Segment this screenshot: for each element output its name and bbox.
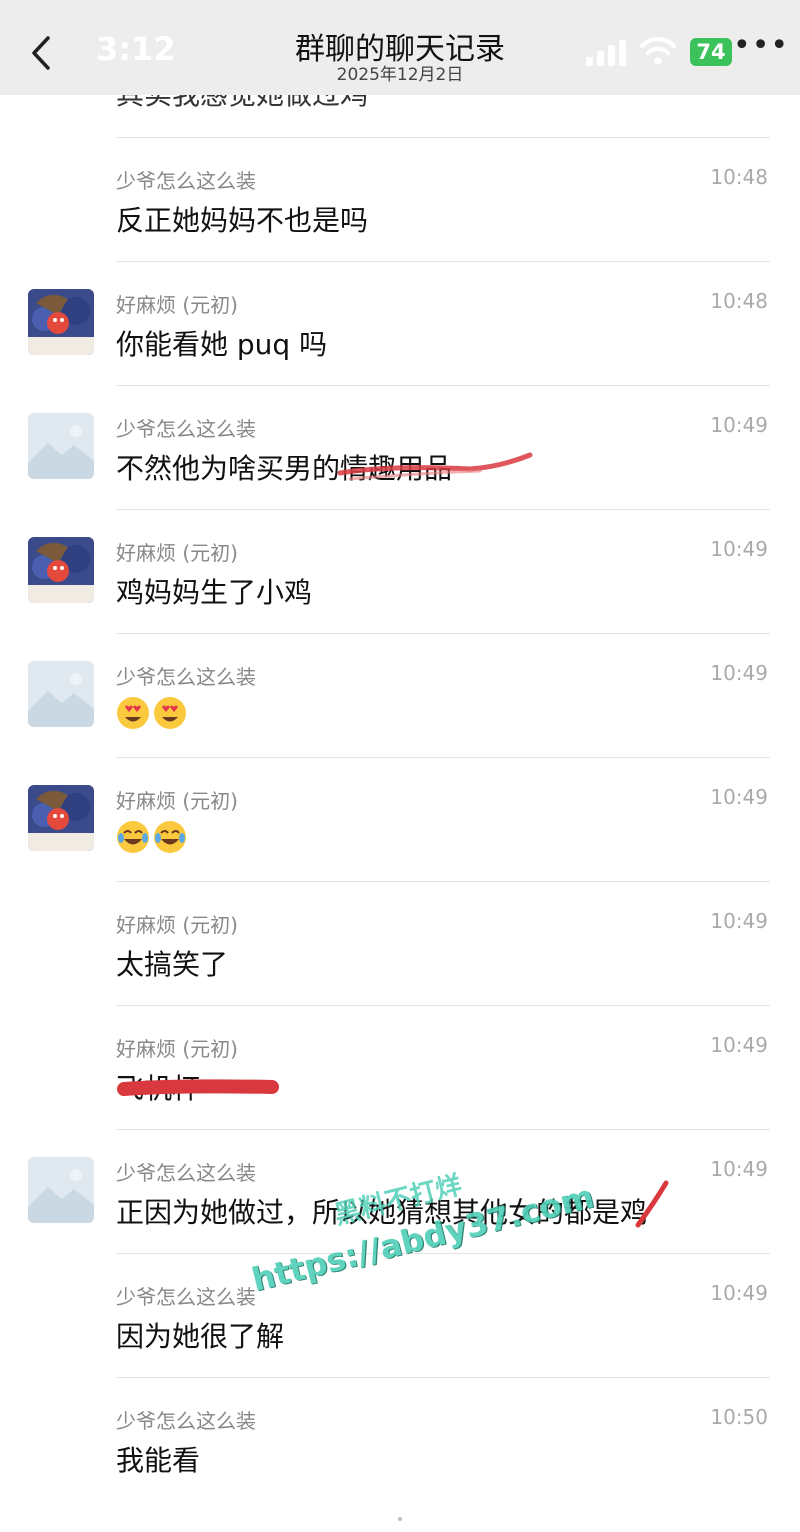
heart-eyes-emoji-icon bbox=[117, 697, 149, 729]
list-item: 少爷怎么这么装 10:49 因为她很了解 bbox=[0, 1253, 800, 1377]
message-time: 10:49 bbox=[710, 1281, 768, 1305]
message-time: 10:49 bbox=[710, 1033, 768, 1057]
more-options-icon[interactable]: ••• bbox=[733, 28, 789, 63]
message-time: 10:49 bbox=[710, 537, 768, 561]
sender-name: 好麻烦 (元初) bbox=[116, 1037, 238, 1061]
message-time: 10:49 bbox=[710, 785, 768, 809]
chat-record-list[interactable]: 其实我感觉她做过鸡 少爷怎么这么装 10:48 反正她妈妈不也是吗 好麻烦 (元… bbox=[0, 95, 800, 1515]
list-item: 好麻烦 (元初) 10:49 bbox=[0, 757, 800, 881]
message-text: 你能看她 puq 吗 bbox=[116, 328, 328, 361]
list-item: 少爷怎么这么装 10:50 我能看 bbox=[0, 1377, 800, 1501]
wifi-icon bbox=[640, 37, 676, 65]
partial-message-text: 其实我感觉她做过鸡 bbox=[116, 95, 368, 113]
redaction-scribble bbox=[635, 1180, 669, 1228]
message-time: 10:48 bbox=[710, 289, 768, 313]
message-time: 10:49 bbox=[710, 413, 768, 437]
avatar[interactable] bbox=[28, 413, 94, 479]
list-item: 好麻烦 (元初) 10:49 飞机杯 bbox=[0, 1005, 800, 1129]
message-emoji bbox=[116, 695, 190, 730]
message-time: 10:48 bbox=[710, 165, 768, 189]
sender-name: 好麻烦 (元初) bbox=[116, 913, 238, 937]
sender-name: 少爷怎么这么装 bbox=[116, 417, 256, 441]
message-text: 我能看 bbox=[116, 1444, 201, 1477]
message-emoji bbox=[116, 819, 190, 854]
sender-name: 好麻烦 (元初) bbox=[116, 789, 238, 813]
avatar[interactable] bbox=[28, 1157, 94, 1223]
sender-name: 少爷怎么这么装 bbox=[116, 1161, 256, 1185]
message-time: 10:49 bbox=[710, 1157, 768, 1181]
avatar[interactable] bbox=[28, 289, 94, 355]
sender-name: 好麻烦 (元初) bbox=[116, 541, 238, 565]
list-item: 好麻烦 (元初) 10:49 太搞笑了 bbox=[0, 881, 800, 1005]
sender-name: 少爷怎么这么装 bbox=[116, 665, 256, 689]
page-subtitle-date: 2025年12月2日 bbox=[336, 65, 464, 85]
message-time: 10:50 bbox=[710, 1405, 768, 1429]
message-text: 太搞笑了 bbox=[116, 948, 229, 981]
message-text: 因为她很了解 bbox=[116, 1320, 285, 1353]
sender-name: 少爷怎么这么装 bbox=[116, 1409, 256, 1433]
message-text: 鸡妈妈生了小鸡 bbox=[116, 576, 313, 609]
avatar[interactable] bbox=[28, 537, 94, 603]
redaction-scribble bbox=[337, 452, 533, 481]
list-item: 少爷怎么这么装 10:49 bbox=[0, 633, 800, 757]
message-text: 反正她妈妈不也是吗 bbox=[116, 204, 369, 237]
battery-icon: 74 bbox=[690, 38, 732, 66]
avatar[interactable] bbox=[28, 785, 94, 851]
message-time: 10:49 bbox=[710, 909, 768, 933]
list-item: 好麻烦 (元初) 10:49 鸡妈妈生了小鸡 bbox=[0, 509, 800, 633]
avatar[interactable] bbox=[28, 661, 94, 727]
laughing-tears-emoji-icon bbox=[117, 821, 149, 853]
list-item: 好麻烦 (元初) 10:48 你能看她 puq 吗 bbox=[0, 261, 800, 385]
page-indicator bbox=[398, 1517, 402, 1521]
heart-eyes-emoji-icon bbox=[154, 697, 186, 729]
sender-name: 好麻烦 (元初) bbox=[116, 293, 238, 317]
redaction-scribble bbox=[117, 1079, 279, 1096]
list-item: 少爷怎么这么装 10:48 反正她妈妈不也是吗 bbox=[0, 137, 800, 261]
sender-name: 少爷怎么这么装 bbox=[116, 169, 256, 193]
list-item: 少爷怎么这么装 10:49 不然他为啥买男的情趣用品 bbox=[0, 385, 800, 509]
sender-name: 少爷怎么这么装 bbox=[116, 1285, 256, 1309]
nav-bar: 3:12 群聊的聊天记录 2025年12月2日 74 ••• bbox=[0, 0, 800, 95]
message-time: 10:49 bbox=[710, 661, 768, 685]
laughing-tears-emoji-icon bbox=[154, 821, 186, 853]
signal-icon bbox=[586, 40, 626, 66]
